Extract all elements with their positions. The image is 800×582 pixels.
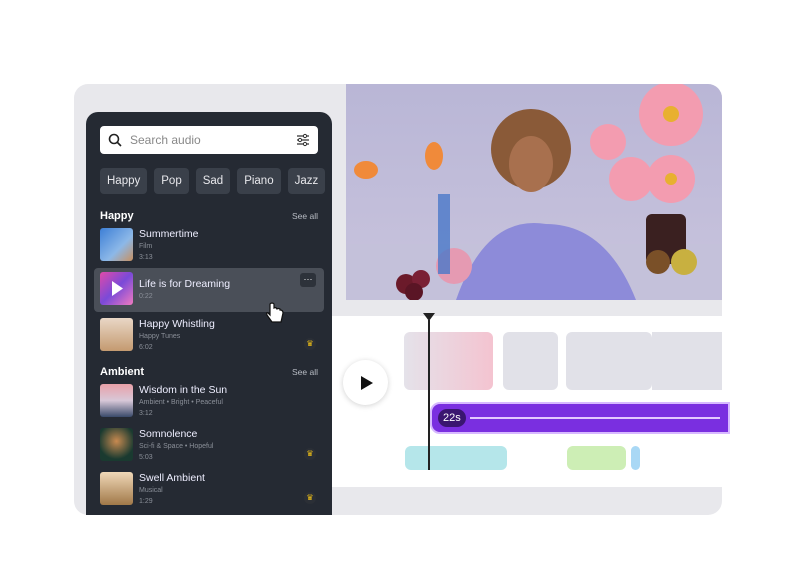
- thumbnail: [100, 272, 133, 305]
- chip-piano[interactable]: Piano: [237, 168, 281, 194]
- list-item-selected[interactable]: Life is for Dreaming 0:22 ···: [94, 268, 324, 312]
- search-input[interactable]: [130, 133, 288, 147]
- filter-icon[interactable]: [296, 133, 310, 147]
- play-icon[interactable]: [100, 272, 133, 305]
- chip-sad[interactable]: Sad: [195, 168, 231, 194]
- list-item[interactable]: Wisdom in the Sun Ambient • Bright • Peac…: [94, 380, 324, 424]
- thumbnail: [100, 384, 133, 417]
- audio-track[interactable]: [631, 446, 640, 470]
- premium-crown-icon: ♛: [304, 338, 316, 350]
- chip-pop[interactable]: Pop: [154, 168, 189, 194]
- section-ambient: Ambient See all: [100, 366, 318, 378]
- see-all-link[interactable]: See all: [292, 211, 318, 221]
- video-clip[interactable]: [566, 332, 652, 390]
- audio-waveform: [470, 417, 720, 419]
- chip-jazz[interactable]: Jazz: [287, 168, 326, 194]
- video-clip[interactable]: [503, 332, 558, 390]
- video-preview: [346, 84, 722, 300]
- audio-track[interactable]: [567, 446, 626, 470]
- list-item[interactable]: Swell Ambient Musical 1:29 ♛: [94, 468, 324, 512]
- audio-duration-badge: 22s: [438, 409, 466, 427]
- video-clip[interactable]: [652, 332, 722, 390]
- search-bar: [100, 126, 318, 154]
- list-item[interactable]: Somnolence Sci-fi & Space • Hopeful 5:03 ♛: [94, 424, 324, 468]
- video-clip[interactable]: [404, 332, 493, 390]
- thumbnail: [100, 428, 133, 461]
- playhead[interactable]: [428, 320, 430, 470]
- audio-track[interactable]: [405, 446, 507, 470]
- thumbnail: [100, 318, 133, 351]
- section-happy: Happy See all: [100, 210, 318, 222]
- thumbnail: [100, 228, 133, 261]
- thumbnail: [100, 472, 133, 505]
- search-icon: [108, 133, 122, 147]
- more-options-button[interactable]: ···: [300, 273, 316, 287]
- chip-happy[interactable]: Happy: [100, 168, 148, 194]
- see-all-link[interactable]: See all: [292, 367, 318, 377]
- list-item[interactable]: Happy Whistling Happy Tunes 6:02 ♛: [94, 314, 324, 358]
- premium-crown-icon: ♛: [304, 448, 316, 460]
- category-chips: Happy Pop Sad Piano Jazz Bl ›: [100, 168, 332, 194]
- play-icon: [360, 375, 373, 390]
- hand-cursor-icon: [266, 302, 284, 323]
- audio-panel: Happy Pop Sad Piano Jazz Bl › Happy See …: [86, 112, 332, 515]
- list-item[interactable]: Summertime Film 3:13: [94, 224, 324, 268]
- premium-crown-icon: ♛: [304, 492, 316, 504]
- play-button[interactable]: [343, 360, 388, 405]
